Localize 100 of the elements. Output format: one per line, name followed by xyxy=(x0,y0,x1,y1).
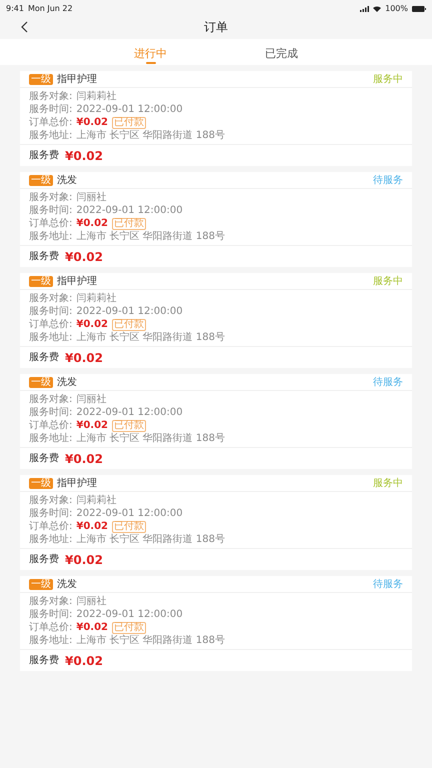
field-label: 服务时间: xyxy=(29,305,72,318)
field-label: 订单总价: xyxy=(29,520,72,533)
field-label: 服务时间: xyxy=(29,406,72,419)
status-date: Mon Jun 22 xyxy=(28,2,73,14)
tab-indicator xyxy=(146,62,156,64)
field-value: 2022-09-01 12:00:00 xyxy=(76,507,183,520)
service-name: 指甲护理 xyxy=(57,476,97,490)
field-value: 闫莉莉社 xyxy=(76,90,116,103)
order-total: ¥0.02 xyxy=(76,217,108,230)
fee-amount: ¥0.02 xyxy=(65,350,103,366)
paid-tag: 已付款 xyxy=(112,520,146,532)
order-card[interactable]: 一级 指甲护理 服务中 服务对象: 闫莉莉社 服务时间: 2022-09-01 12:00:00 订单总价: ¥0.02 已付款 服务地址: 上海市 长宁区 华阳路街道 188号 服务费 ¥0.02 xyxy=(20,475,412,570)
level-tag: 一级 xyxy=(29,478,53,488)
tab[interactable]: 已完成 xyxy=(261,43,302,65)
page-title: 订单 xyxy=(204,19,228,36)
field-value: 上海市 长宁区 华阳路街道 188号 xyxy=(76,331,225,344)
fee-label: 服务费 xyxy=(29,350,59,365)
battery-percent: 100% xyxy=(385,2,408,14)
field-value: 上海市 长宁区 华阳路街道 188号 xyxy=(76,230,225,243)
fee-label: 服务费 xyxy=(29,148,59,163)
service-name: 指甲护理 xyxy=(57,72,97,86)
signal-icon xyxy=(360,6,370,12)
field-label: 订单总价: xyxy=(29,318,72,331)
field-label: 服务对象: xyxy=(29,494,72,507)
field-value: 2022-09-01 12:00:00 xyxy=(76,103,183,116)
field-value: 上海市 长宁区 华阳路街道 188号 xyxy=(76,129,225,142)
field-label: 服务时间: xyxy=(29,507,72,520)
field-label: 服务对象: xyxy=(29,595,72,608)
level-tag: 一级 xyxy=(29,276,53,286)
order-total: ¥0.02 xyxy=(76,621,108,634)
order-status: 待服务 xyxy=(373,174,403,188)
order-status: 待服务 xyxy=(373,376,403,390)
field-value: 闫丽社 xyxy=(76,393,106,406)
field-label: 订单总价: xyxy=(29,621,72,634)
field-value: 上海市 长宁区 华阳路街道 188号 xyxy=(76,533,225,546)
fee-amount: ¥0.02 xyxy=(65,552,103,568)
fee-amount: ¥0.02 xyxy=(65,148,103,164)
level-tag: 一级 xyxy=(29,74,53,84)
fee-label: 服务费 xyxy=(29,654,59,668)
fee-amount: ¥0.02 xyxy=(65,450,103,468)
field-label: 订单总价: xyxy=(29,217,72,230)
fee-amount: ¥0.02 xyxy=(65,248,103,266)
order-total: ¥0.02 xyxy=(76,116,108,129)
paid-tag: 已付款 xyxy=(112,116,146,128)
order-status: 待服务 xyxy=(373,578,403,592)
field-value: 上海市 长宁区 华阳路街道 188号 xyxy=(76,432,225,445)
service-name: 指甲护理 xyxy=(57,274,97,288)
fee-label: 服务费 xyxy=(29,452,59,466)
status-time: 9:41 xyxy=(6,2,24,14)
order-card[interactable]: 一级 洗发 待服务 服务对象: 闫丽社 服务时间: 2022-09-01 12:00:00 订单总价: ¥0.02 已付款 服务地址: 上海市 长宁区 华阳路街道 188号 服务费 ¥0.02 xyxy=(20,374,412,469)
paid-tag: 已付款 xyxy=(112,318,146,330)
level-tag: 一级 xyxy=(29,174,53,186)
field-label: 服务对象: xyxy=(29,191,72,204)
back-icon[interactable] xyxy=(21,21,28,33)
order-total: ¥0.02 xyxy=(76,318,108,331)
field-label: 服务地址: xyxy=(29,230,72,243)
field-value: 2022-09-01 12:00:00 xyxy=(76,305,183,318)
fee-label: 服务费 xyxy=(29,250,59,264)
field-label: 服务时间: xyxy=(29,608,72,621)
field-label: 服务时间: xyxy=(29,103,72,116)
battery-icon xyxy=(412,6,426,12)
field-value: 闫莉莉社 xyxy=(76,292,116,305)
field-value: 闫丽社 xyxy=(76,191,106,204)
service-name: 洗发 xyxy=(57,578,77,592)
field-label: 服务地址: xyxy=(29,533,72,546)
order-card[interactable]: 一级 洗发 待服务 服务对象: 闫丽社 服务时间: 2022-09-01 12:00:00 订单总价: ¥0.02 已付款 服务地址: 上海市 长宁区 华阳路街道 188号 服务费 ¥0.02 xyxy=(20,576,412,671)
field-value: 2022-09-01 12:00:00 xyxy=(76,204,183,217)
order-card[interactable]: 一级 指甲护理 服务中 服务对象: 闫莉莉社 服务时间: 2022-09-01 12:00:00 订单总价: ¥0.02 已付款 服务地址: 上海市 长宁区 华阳路街道 188号 服务费 ¥0.02 xyxy=(20,273,412,368)
field-label: 服务对象: xyxy=(29,292,72,305)
fee-label: 服务费 xyxy=(29,552,59,567)
order-status: 服务中 xyxy=(373,476,403,490)
order-status: 服务中 xyxy=(373,274,403,288)
field-value: 2022-09-01 12:00:00 xyxy=(76,608,183,621)
level-tag: 一级 xyxy=(29,578,53,590)
paid-tag: 已付款 xyxy=(112,622,146,634)
field-label: 服务地址: xyxy=(29,129,72,142)
field-label: 服务对象: xyxy=(29,393,72,406)
field-value: 闫莉莉社 xyxy=(76,494,116,507)
order-total: ¥0.02 xyxy=(76,419,108,432)
field-label: 服务时间: xyxy=(29,204,72,217)
field-label: 订单总价: xyxy=(29,419,72,432)
paid-tag: 已付款 xyxy=(112,420,146,432)
field-label: 服务地址: xyxy=(29,432,72,445)
paid-tag: 已付款 xyxy=(112,218,146,230)
field-value: 2022-09-01 12:00:00 xyxy=(76,406,183,419)
service-name: 洗发 xyxy=(57,376,77,390)
service-name: 洗发 xyxy=(57,174,77,188)
field-label: 订单总价: xyxy=(29,116,72,129)
order-status: 服务中 xyxy=(373,72,403,86)
field-value: 上海市 长宁区 华阳路街道 188号 xyxy=(76,634,225,647)
order-card[interactable]: 一级 指甲护理 服务中 服务对象: 闫莉莉社 服务时间: 2022-09-01 12:00:00 订单总价: ¥0.02 已付款 服务地址: 上海市 长宁区 华阳路街道 188号 服务费 ¥0.02 xyxy=(20,71,412,166)
field-value: 闫丽社 xyxy=(76,595,106,608)
order-total: ¥0.02 xyxy=(76,520,108,533)
field-label: 服务地址: xyxy=(29,331,72,344)
level-tag: 一级 xyxy=(29,376,53,388)
order-card[interactable]: 一级 洗发 待服务 服务对象: 闫丽社 服务时间: 2022-09-01 12:00:00 订单总价: ¥0.02 已付款 服务地址: 上海市 长宁区 华阳路街道 188号 服务费 ¥0.02 xyxy=(20,172,412,267)
wifi-icon xyxy=(373,6,382,12)
field-label: 服务地址: xyxy=(29,634,72,647)
field-label: 服务对象: xyxy=(29,90,72,103)
fee-amount: ¥0.02 xyxy=(65,652,103,670)
